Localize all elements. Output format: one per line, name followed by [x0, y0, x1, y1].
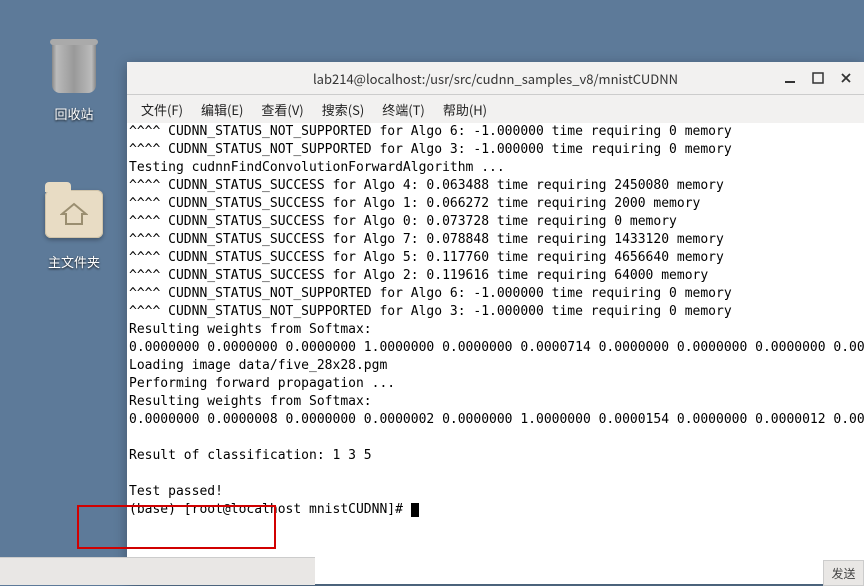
- window-title: lab214@localhost:/usr/src/cudnn_samples_…: [313, 69, 678, 88]
- minimize-icon: [784, 72, 796, 84]
- terminal-line: ^^^^ CUDNN_STATUS_SUCCESS for Algo 0: 0.…: [127, 213, 864, 231]
- terminal-line: ^^^^ CUDNN_STATUS_SUCCESS for Algo 5: 0.…: [127, 249, 864, 267]
- menu-help[interactable]: 帮助(H): [435, 98, 495, 121]
- terminal-output[interactable]: ^^^^ CUDNN_STATUS_NOT_SUPPORTED for Algo…: [127, 123, 864, 584]
- menu-search[interactable]: 搜索(S): [314, 98, 373, 121]
- terminal-line: ^^^^ CUDNN_STATUS_NOT_SUPPORTED for Algo…: [127, 141, 864, 159]
- trash-icon: [42, 34, 106, 98]
- terminal-line: Test passed!: [127, 483, 864, 501]
- maximize-icon: [812, 72, 824, 84]
- terminal-line: ^^^^ CUDNN_STATUS_NOT_SUPPORTED for Algo…: [127, 285, 864, 303]
- menu-file[interactable]: 文件(F): [133, 98, 191, 121]
- desktop-icon-label: 主文件夹: [48, 252, 100, 271]
- terminal-line: Performing forward propagation ...: [127, 375, 864, 393]
- terminal-line: ^^^^ CUDNN_STATUS_SUCCESS for Algo 2: 0.…: [127, 267, 864, 285]
- cursor-icon: [411, 503, 419, 517]
- terminal-line: Resulting weights from Softmax:: [127, 393, 864, 411]
- terminal-line: [127, 429, 864, 447]
- terminal-line: ^^^^ CUDNN_STATUS_SUCCESS for Algo 7: 0.…: [127, 231, 864, 249]
- desktop-icon-home[interactable]: 主文件夹: [24, 182, 124, 271]
- close-button[interactable]: [832, 64, 860, 92]
- terminal-line: ^^^^ CUDNN_STATUS_SUCCESS for Algo 4: 0.…: [127, 177, 864, 195]
- menu-view[interactable]: 查看(V): [253, 98, 311, 121]
- terminal-line: Testing cudnnFindConvolutionForwardAlgor…: [127, 159, 864, 177]
- menu-edit[interactable]: 编辑(E): [193, 98, 251, 121]
- terminal-line: Loading image data/five_28x28.pgm: [127, 357, 864, 375]
- folder-icon: [42, 182, 106, 246]
- desktop-icon-label: 回收站: [54, 104, 93, 123]
- terminal-line: 0.0000000 0.0000000 0.0000000 1.0000000 …: [127, 339, 864, 357]
- terminal-line: Resulting weights from Softmax:: [127, 321, 864, 339]
- desktop-icon-trash[interactable]: 回收站: [24, 34, 124, 123]
- terminal-line: ^^^^ CUDNN_STATUS_SUCCESS for Algo 1: 0.…: [127, 195, 864, 213]
- titlebar[interactable]: lab214@localhost:/usr/src/cudnn_samples_…: [127, 62, 864, 95]
- terminal-line: 0.0000000 0.0000008 0.0000000 0.0000002 …: [127, 411, 864, 429]
- menubar: 文件(F) 编辑(E) 查看(V) 搜索(S) 终端(T) 帮助(H): [127, 95, 864, 123]
- maximize-button[interactable]: [804, 64, 832, 92]
- close-icon: [840, 72, 852, 84]
- terminal-line: Result of classification: 1 3 5: [127, 447, 864, 465]
- terminal-prompt[interactable]: (base) [root@localhost mnistCUDNN]#: [127, 501, 864, 519]
- terminal-line: ^^^^ CUDNN_STATUS_NOT_SUPPORTED for Algo…: [127, 123, 864, 141]
- terminal-line: [127, 465, 864, 483]
- home-icon: [60, 202, 88, 226]
- terminal-line: ^^^^ CUDNN_STATUS_NOT_SUPPORTED for Algo…: [127, 303, 864, 321]
- window-controls: [776, 62, 860, 94]
- taskbar-send-button[interactable]: 发送: [823, 560, 864, 586]
- taskbar-fragment: [0, 557, 315, 585]
- menu-terminal[interactable]: 终端(T): [374, 98, 433, 121]
- minimize-button[interactable]: [776, 64, 804, 92]
- terminal-window: lab214@localhost:/usr/src/cudnn_samples_…: [127, 62, 864, 584]
